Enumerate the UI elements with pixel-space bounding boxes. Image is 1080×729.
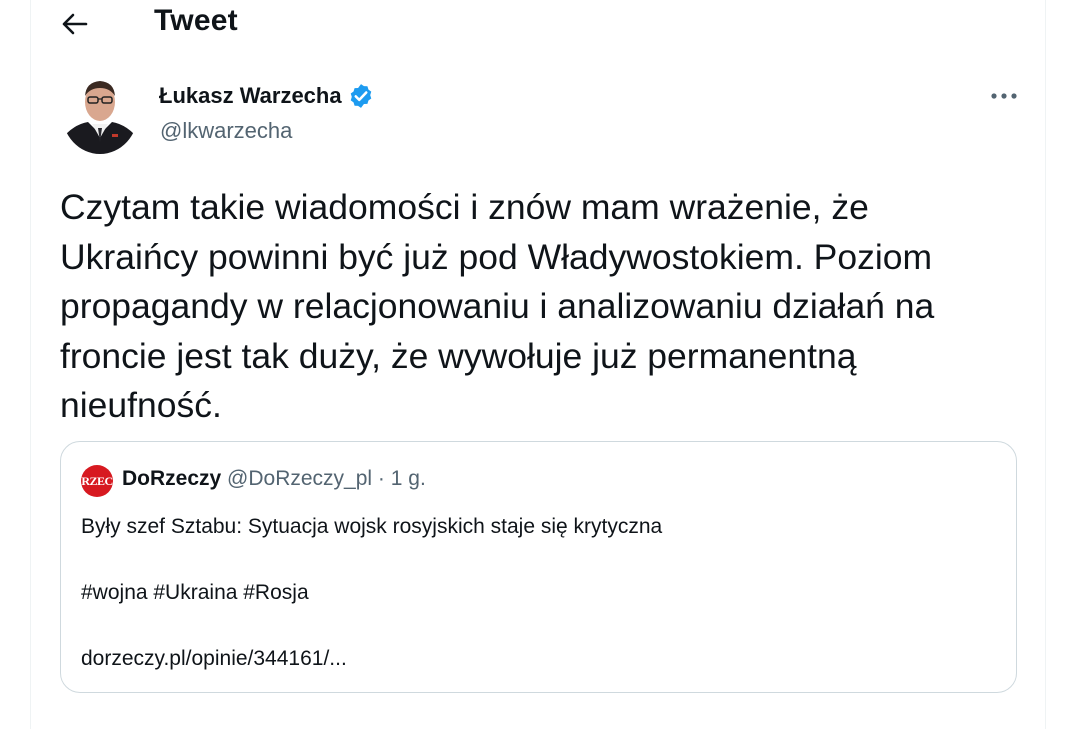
avatar[interactable]: [62, 72, 138, 154]
quoted-tweet[interactable]: RZEC DoRzeczy @DoRzeczy_pl · 1 g. Były s…: [60, 441, 1017, 693]
arrow-left-icon: [62, 13, 88, 35]
author-handle[interactable]: @lkwarzecha: [160, 118, 292, 144]
quote-link[interactable]: dorzeczy.pl/opinie/344161/...: [81, 642, 662, 675]
tweet-text: Czytam takie wiadomości i znów mam wraże…: [60, 187, 935, 425]
more-button[interactable]: [989, 84, 1019, 108]
quote-body: Były szef Sztabu: Sytuacja wojsk rosyjsk…: [81, 510, 662, 675]
quote-avatar: RZEC: [81, 465, 113, 497]
page-header: Tweet: [31, 0, 1045, 48]
more-horizontal-icon: [991, 93, 1017, 99]
verified-badge-icon: [347, 82, 375, 110]
quote-spacer: [81, 609, 662, 642]
quote-author-name[interactable]: DoRzeczy: [122, 467, 221, 490]
quote-avatar-text: RZEC: [81, 473, 113, 488]
author-name-text: Łukasz Warzecha: [159, 83, 342, 108]
author-name[interactable]: Łukasz Warzecha: [159, 82, 375, 110]
tweet-page: Tweet Łukasz Warzecha @lkwarzecha Czytam…: [30, 0, 1046, 729]
quote-header: DoRzeczy @DoRzeczy_pl · 1 g.: [122, 467, 426, 491]
quote-separator: ·: [377, 467, 385, 490]
avatar-image: [62, 72, 138, 154]
quote-text-line: Były szef Sztabu: Sytuacja wojsk rosyjsk…: [81, 515, 663, 538]
tweet-meta-cutoff: [31, 722, 1045, 729]
page-title: Tweet: [154, 4, 238, 37]
quote-spacer: [81, 543, 662, 576]
quote-hashtags[interactable]: #wojna #Ukraina #Rosja: [81, 576, 662, 609]
quote-timestamp[interactable]: 1 g.: [391, 467, 426, 490]
quote-author-handle[interactable]: @DoRzeczy_pl: [227, 467, 372, 490]
back-button[interactable]: [57, 6, 93, 42]
